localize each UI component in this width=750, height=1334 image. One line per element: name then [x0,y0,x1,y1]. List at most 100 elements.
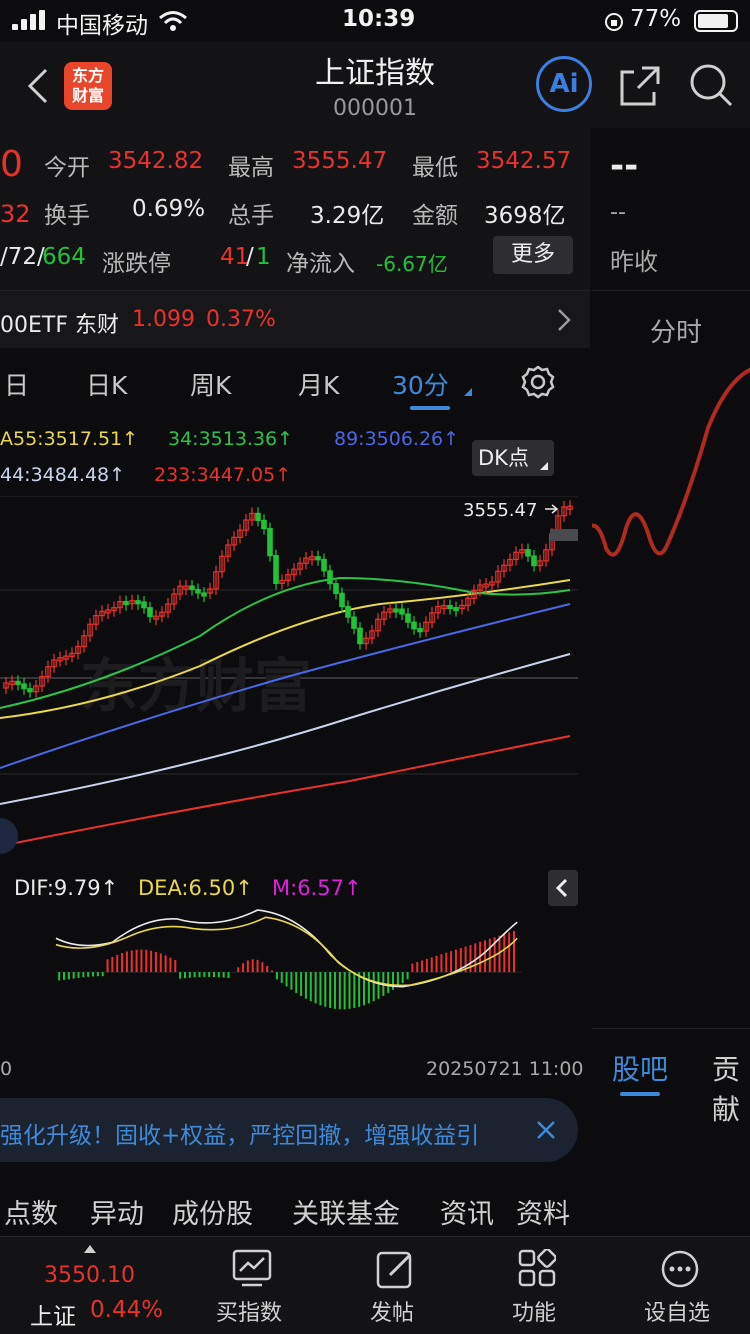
chart-icon [232,1249,272,1287]
share-icon[interactable] [618,64,662,108]
tab-daily-k[interactable]: 日K [86,366,127,402]
dif-label: DIF:9.79↑ [14,876,119,900]
index-name: 上证 [30,1304,76,1330]
wifi-icon [159,11,187,31]
tab-monthly-k[interactable]: 月K [298,366,339,402]
candle [417,628,423,633]
tab-components[interactable]: 成份股 [172,1192,253,1231]
period-tabs: 日 日K 周K 月K 30分 [0,350,590,416]
high-label: 最高 [228,155,274,181]
tab-30min[interactable]: 30分 [392,366,449,402]
more-button[interactable]: 更多 [493,236,573,274]
amount-value: 3698亿 [484,203,566,229]
candle [261,519,267,530]
candle [273,555,279,584]
quote-panel: 0 32 今开 3542.82 最高 3555.47 最低 3542.57 换手… [0,128,590,290]
battery-icon [694,10,738,32]
etf-name: 00ETF 东财 [0,313,119,338]
bottom-toolbar: 3550.10 上证 0.44% 买指数 发帖 功能 设自选 [0,1236,750,1334]
expand-left-button[interactable] [548,870,578,906]
netflow-value: -6.67亿 [376,252,448,276]
kline-chart[interactable]: 东方财富 3555.47 [0,496,578,868]
prev-close-label: 昨收 [610,248,658,276]
close-icon[interactable] [536,1120,556,1140]
add-watchlist-button[interactable]: 设自选 [636,1237,726,1334]
amount-label: 金额 [412,203,458,229]
candle [339,592,345,608]
open-label: 今开 [44,155,90,181]
high-marker: 3555.47 [463,500,537,521]
settings-icon[interactable] [520,364,556,400]
ma89-label: 89:3506.26↑ [334,428,460,450]
tab-movers[interactable]: 异动 [90,1192,144,1231]
index-quote-widget[interactable]: 3550.10 上证 0.44% [0,1237,180,1334]
promo-banner[interactable]: 强化升级！固收+权益，严控回撤，增强收益引 [0,1098,578,1162]
candle [351,616,357,629]
app-header: 东方 财富 上证指数 000001 Ai [0,42,750,128]
search-icon[interactable] [688,62,734,108]
intraday-label: 分时 [650,318,703,348]
ma233-label: 233:3447.05↑ [154,464,292,486]
grid-icon [518,1249,556,1287]
status-bar: 中国移动 10:39 77% [0,0,750,42]
low-value: 3542.57 [476,148,572,174]
candle [189,585,195,591]
candle [27,688,33,693]
candle [321,558,327,572]
high-value: 3555.47 [292,148,388,174]
candle [333,583,339,594]
carrier-name: 中国移动 [56,13,148,39]
buy-index-button[interactable]: 买指数 [204,1237,300,1334]
functions-button[interactable]: 功能 [496,1237,580,1334]
tab-day-partial[interactable]: 日 [4,366,29,402]
netflow-label: 净流入 [286,251,355,277]
candle [357,627,363,645]
candle [123,600,129,606]
tab-weekly-k[interactable]: 周K [190,366,231,402]
candle [147,607,153,618]
candle [315,556,321,561]
tab-news[interactable]: 资讯 [440,1192,494,1231]
candle [327,570,333,585]
candle [135,600,141,605]
tab-guba[interactable]: 股吧 [612,1048,668,1088]
candle [195,588,201,594]
clock: 10:39 [342,6,416,32]
caret-up-icon [84,1245,96,1253]
collapse-icon[interactable] [0,818,18,854]
candle [405,613,411,623]
ai-assistant-button[interactable]: Ai [536,56,592,112]
related-etf-bar[interactable]: 00ETF 东财 1.099 0.37% [0,290,590,348]
tab-points[interactable]: 点数 [4,1192,58,1231]
watermark: 东方财富 [80,652,312,720]
open-value: 3542.82 [108,148,204,174]
index-change: 0.44% [90,1297,164,1323]
tab-related-funds[interactable]: 关联基金 [292,1192,400,1231]
price-partial: 0 [0,144,23,185]
tab-profile[interactable]: 资料 [516,1192,570,1231]
date-left: 0 [0,1058,13,1080]
candle [141,601,147,609]
turnover-label: 换手 [44,203,90,229]
breadth-down: 664 [42,244,86,270]
post-label: 发帖 [370,1301,415,1326]
chevron-right-icon [558,309,571,331]
date-right: 20250721 11:00 [426,1058,584,1080]
add-watchlist-label: 设自选 [644,1301,711,1326]
volume-label: 总手 [228,203,274,229]
candle [255,512,261,521]
tab-30min-indicator [410,406,450,410]
dk-point-button[interactable]: DK点 [472,440,554,476]
limit-sep: / [246,244,254,270]
dash-top: -- [610,146,639,186]
macd-chart[interactable] [0,906,578,1056]
post-button[interactable]: 发帖 [350,1237,440,1334]
signal-icon [12,10,48,30]
dk-label: DK点 [478,446,529,470]
adjacent-page-peek: -- -- 昨收 分时 股吧 贡献 [592,128,750,1234]
more-dots-icon [661,1250,699,1288]
candle [531,555,537,567]
tab-contrib[interactable]: 贡献 [712,1048,750,1128]
candle [345,605,351,618]
candle [393,608,399,613]
